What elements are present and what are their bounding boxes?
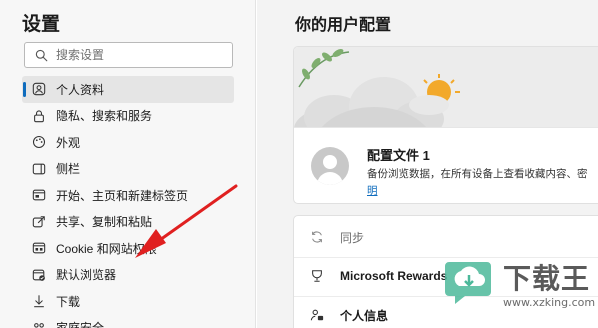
sidebar-item-cookies[interactable]: Cookie 和网站权限 [22,235,234,262]
sidebar-item-label: 外观 [56,135,81,150]
search-icon [35,49,48,61]
sidebar-item-start-home[interactable]: 开始、主页和新建标签页 [22,182,234,209]
profile-banner [294,47,598,127]
sidebar-item-default-browser[interactable]: 默认浏览器 [22,262,234,289]
share-icon [31,214,47,230]
profile-icon [31,81,47,97]
sidebar-item-label: 个人资料 [56,82,105,97]
avatar-body [317,172,343,185]
sidebar-item-label: 共享、复制和粘贴 [56,215,153,230]
row-label: Microsoft Rewards [340,269,448,283]
watermark-brand: 下载王 [503,263,591,294]
sidebar-item-sidebar[interactable]: 侧栏 [22,156,234,183]
sidebar-item-label: 下载 [56,294,81,309]
sidebar-item-privacy[interactable]: 隐私、搜索和服务 [22,103,234,130]
profile-name: 配置文件 1 [367,148,430,163]
settings-sidebar: 设置 个人资料 隐私、搜索和服务 外观 [0,0,256,328]
search-box[interactable] [24,42,233,68]
sidebar-icon [31,161,47,177]
site-permissions-icon [31,240,47,256]
banner-divider [294,127,598,128]
profile-card: 配置文件 1 备份浏览数据，在所有设备上查看收藏内容、密 明 [293,46,598,204]
sidebar-item-label: 侧栏 [56,162,81,177]
profile-description: 备份浏览数据，在所有设备上查看收藏内容、密 [367,168,588,180]
banner-illustration [294,49,460,127]
sidebar-item-downloads[interactable]: 下载 [22,288,234,315]
sidebar-item-profile[interactable]: 个人资料 [22,76,234,103]
row-label: 同步 [340,230,365,245]
watermark-logo-icon [445,262,491,304]
sidebar-item-label: 隐私、搜索和服务 [56,109,153,124]
avatar[interactable] [311,147,349,185]
watermark: 下载王 www.xzking.com [443,255,598,328]
sidebar-nav: 个人资料 隐私、搜索和服务 外观 侧栏 开始、主页和新建标签页 共享、复制和粘贴… [22,76,234,328]
appearance-icon [31,134,47,150]
row-label: 个人信息 [340,308,389,323]
rewards-icon [309,268,325,284]
default-browser-icon [31,267,47,283]
lock-icon [31,108,47,124]
sync-icon [309,229,325,245]
home-icon [31,187,47,203]
watermark-url: www.xzking.com [503,296,596,309]
search-input[interactable] [56,48,226,62]
page-title: 你的用户配置 [295,17,392,34]
avatar-head [323,155,337,169]
sidebar-item-share[interactable]: 共享、复制和粘贴 [22,209,234,236]
sidebar-item-label: 默认浏览器 [56,268,117,283]
profile-more-link[interactable]: 明 [367,183,378,198]
sidebar-item-label: 家庭安全 [56,319,104,328]
family-icon [31,320,47,328]
sidebar-item-label: 开始、主页和新建标签页 [56,188,189,203]
sidebar-item-appearance[interactable]: 外观 [22,129,234,156]
download-icon [31,293,47,309]
sidebar-item-label: Cookie 和网站权限 [56,241,157,256]
personal-info-icon [309,307,325,323]
row-sync[interactable]: 同步 [294,218,598,256]
settings-title: 设置 [22,14,61,35]
sidebar-item-family[interactable]: 家庭安全 [22,315,234,328]
